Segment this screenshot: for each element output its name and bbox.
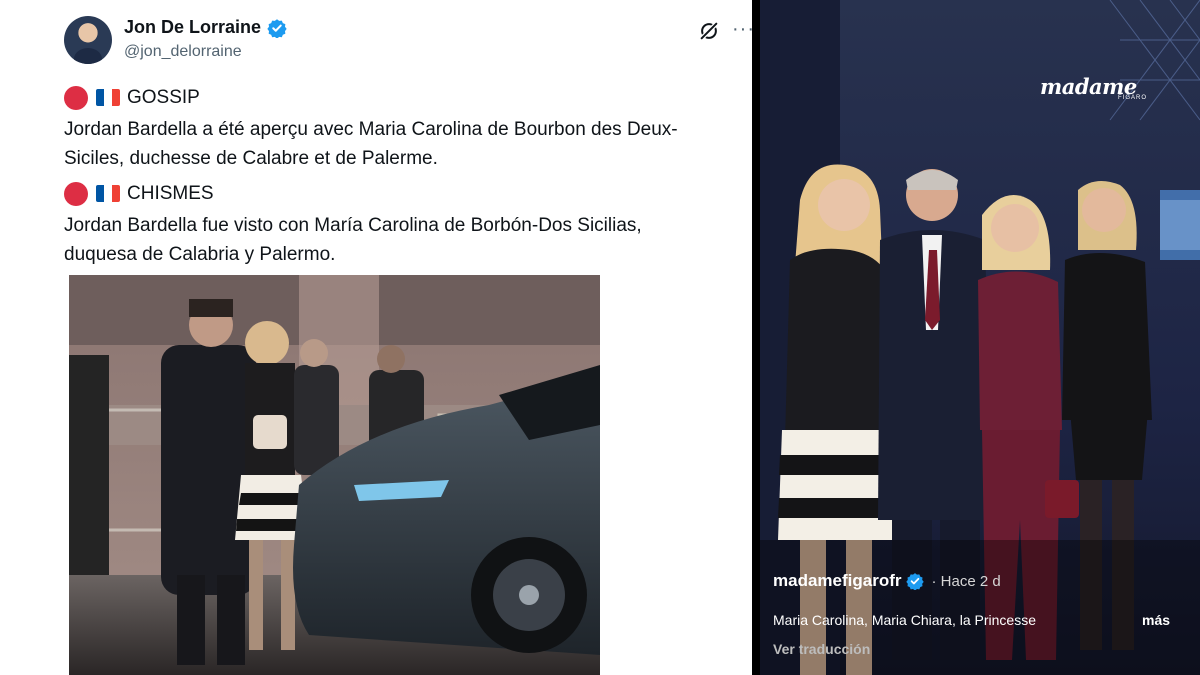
tweet-text-fr-line1: Jordan Bardella a été aperçu avec Maria …: [64, 119, 678, 140]
tag-gossip: GOSSIP: [127, 87, 200, 108]
tag-chismes-row: CHISMES: [64, 180, 214, 207]
tweet-text-es-line2: duquesa de Calabria y Palermo.: [64, 244, 336, 265]
instagram-user-row[interactable]: madamefigarofr · Hace 2 d: [773, 571, 1001, 591]
verified-badge-icon: [267, 18, 287, 38]
grok-icon[interactable]: [698, 20, 720, 42]
instagram-username[interactable]: madamefigarofr: [773, 571, 901, 591]
verified-badge-icon: [906, 573, 925, 590]
author-avatar[interactable]: [64, 16, 112, 64]
tag-chismes: CHISMES: [127, 183, 214, 204]
tweet-panel: Jon De Lorraine @jon_delorraine ··· GOSS…: [0, 0, 755, 675]
tag-gossip-row: GOSSIP: [64, 84, 200, 111]
see-translation-link[interactable]: Ver traducción: [773, 641, 870, 657]
street-scene-image: [69, 275, 600, 675]
red-circle-emoji: [64, 85, 88, 110]
author-name-row[interactable]: Jon De Lorraine: [124, 17, 287, 38]
caption-more-button[interactable]: más: [1142, 612, 1170, 628]
france-flag-emoji: [96, 89, 120, 106]
france-flag-emoji: [96, 185, 120, 202]
red-circle-emoji: [64, 181, 88, 206]
more-options-icon[interactable]: ···: [732, 18, 755, 41]
madame-figaro-watermark-sub: FIGARO: [1118, 95, 1148, 101]
instagram-panel: madame FIGARO madamefigarofr · Hace 2 d …: [760, 0, 1200, 675]
post-time: · Hace 2 d: [931, 572, 1001, 590]
author-handle[interactable]: @jon_delorraine: [124, 43, 242, 61]
author-name[interactable]: Jon De Lorraine: [124, 17, 261, 38]
tweet-text-es-line1: Jordan Bardella fue visto con María Caro…: [64, 215, 642, 236]
post-caption: Maria Carolina, Maria Chiara, la Princes…: [773, 612, 1036, 628]
tweet-photo[interactable]: [69, 275, 600, 675]
tweet-text-fr-line2: Siciles, duchesse de Calabre et de Paler…: [64, 148, 438, 169]
